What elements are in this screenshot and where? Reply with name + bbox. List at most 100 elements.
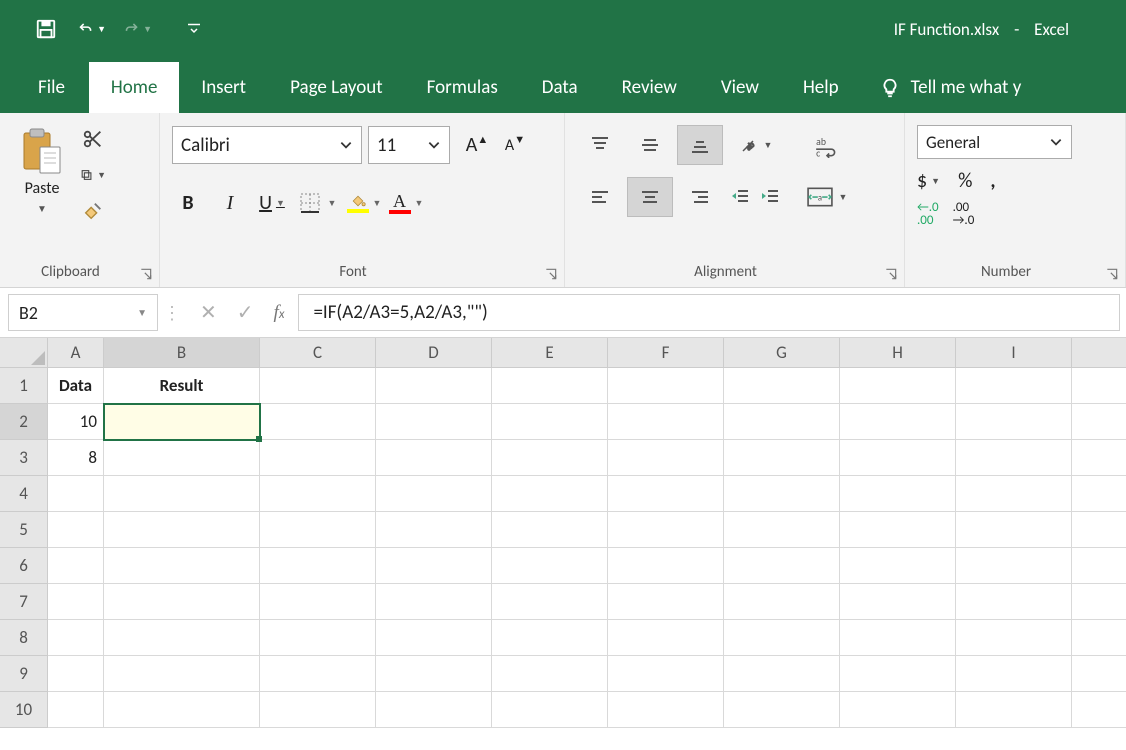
cell-G5[interactable] <box>724 512 840 548</box>
cell-H3[interactable] <box>840 440 956 476</box>
cell-G4[interactable] <box>724 476 840 512</box>
tab-home[interactable]: Home <box>89 62 180 113</box>
cell-C2[interactable] <box>260 404 376 440</box>
cell-I9[interactable] <box>956 656 1072 692</box>
cell-B3[interactable] <box>104 440 260 476</box>
row-header-6[interactable]: 6 <box>0 548 48 584</box>
tab-insert[interactable]: Insert <box>179 62 268 113</box>
format-painter-button[interactable] <box>80 199 106 223</box>
comma-format-button[interactable]: , <box>990 169 995 193</box>
cell-F3[interactable] <box>608 440 724 476</box>
row-header-9[interactable]: 9 <box>0 656 48 692</box>
cell-B10[interactable] <box>104 692 260 728</box>
cell-G3[interactable] <box>724 440 840 476</box>
cell-A3[interactable]: 8 <box>48 440 104 476</box>
cell-E3[interactable] <box>492 440 608 476</box>
cell-C10[interactable] <box>260 692 376 728</box>
wrap-text-button[interactable]: abc <box>801 127 853 167</box>
cell-J4[interactable] <box>1072 476 1126 512</box>
accounting-format-button[interactable]: $▼ <box>917 169 940 193</box>
cell-C9[interactable] <box>260 656 376 692</box>
grow-font-button[interactable]: A▲ <box>462 129 492 161</box>
cell-I6[interactable] <box>956 548 1072 584</box>
align-middle-button[interactable] <box>627 125 673 165</box>
cell-B7[interactable] <box>104 584 260 620</box>
align-top-button[interactable] <box>577 125 623 165</box>
cell-A9[interactable] <box>48 656 104 692</box>
cell-E2[interactable] <box>492 404 608 440</box>
cell-I5[interactable] <box>956 512 1072 548</box>
cell-F1[interactable] <box>608 368 724 404</box>
orientation-button[interactable]: ab▼ <box>727 125 783 165</box>
cell-D8[interactable] <box>376 620 492 656</box>
fill-handle[interactable] <box>256 436 262 442</box>
cell-J6[interactable] <box>1072 548 1126 584</box>
cell-D2[interactable] <box>376 404 492 440</box>
name-box[interactable]: B2 ▼ <box>8 294 158 331</box>
tab-review[interactable]: Review <box>600 62 699 113</box>
fill-color-button[interactable]: ▼ <box>348 187 380 219</box>
cell-C6[interactable] <box>260 548 376 584</box>
row-header-4[interactable]: 4 <box>0 476 48 512</box>
cell-C4[interactable] <box>260 476 376 512</box>
cell-E5[interactable] <box>492 512 608 548</box>
customize-qat-icon[interactable] <box>180 15 208 43</box>
cell-E10[interactable] <box>492 692 608 728</box>
cell-J8[interactable] <box>1072 620 1126 656</box>
align-center-button[interactable] <box>627 177 673 217</box>
enter-formula-button[interactable]: ✓ <box>237 300 254 325</box>
cell-E6[interactable] <box>492 548 608 584</box>
tab-formulas[interactable]: Formulas <box>405 62 520 113</box>
cell-G8[interactable] <box>724 620 840 656</box>
italic-button[interactable]: I <box>214 187 246 219</box>
cell-J10[interactable] <box>1072 692 1126 728</box>
cell-C8[interactable] <box>260 620 376 656</box>
tab-page-layout[interactable]: Page Layout <box>268 62 405 113</box>
save-icon[interactable] <box>32 15 60 43</box>
cell-E4[interactable] <box>492 476 608 512</box>
align-right-button[interactable] <box>677 177 723 217</box>
cell-G2[interactable] <box>724 404 840 440</box>
row-header-10[interactable]: 10 <box>0 692 48 728</box>
number-format-selector[interactable]: General <box>917 125 1072 159</box>
cell-A4[interactable] <box>48 476 104 512</box>
cell-G1[interactable] <box>724 368 840 404</box>
cell-E1[interactable] <box>492 368 608 404</box>
cell-A7[interactable] <box>48 584 104 620</box>
decrease-decimal-button[interactable]: .00→.0 <box>953 201 975 227</box>
align-left-button[interactable] <box>577 177 623 217</box>
cell-H4[interactable] <box>840 476 956 512</box>
percent-format-button[interactable]: % <box>958 169 972 193</box>
cell-I8[interactable] <box>956 620 1072 656</box>
cell-G10[interactable] <box>724 692 840 728</box>
tab-view[interactable]: View <box>699 62 781 113</box>
cancel-formula-button[interactable]: ✕ <box>200 300 217 325</box>
alignment-dialog-launcher[interactable] <box>884 267 898 281</box>
cell-B6[interactable] <box>104 548 260 584</box>
cell-H2[interactable] <box>840 404 956 440</box>
cell-F7[interactable] <box>608 584 724 620</box>
increase-indent-button[interactable] <box>757 177 783 217</box>
cell-G6[interactable] <box>724 548 840 584</box>
cell-J1[interactable] <box>1072 368 1126 404</box>
bold-button[interactable]: B <box>172 187 204 219</box>
column-header-A[interactable]: A <box>48 338 104 368</box>
select-all-corner[interactable] <box>0 338 48 368</box>
row-header-7[interactable]: 7 <box>0 584 48 620</box>
underline-button[interactable]: U▼ <box>256 187 288 219</box>
cell-A2[interactable]: 10 <box>48 404 104 440</box>
cell-J2[interactable] <box>1072 404 1126 440</box>
cell-H1[interactable] <box>840 368 956 404</box>
cell-I4[interactable] <box>956 476 1072 512</box>
column-header-C[interactable]: C <box>260 338 376 368</box>
cell-I1[interactable] <box>956 368 1072 404</box>
cell-E9[interactable] <box>492 656 608 692</box>
cell-H10[interactable] <box>840 692 956 728</box>
font-size-selector[interactable]: 11 <box>368 126 450 164</box>
name-box-dropdown-icon[interactable]: ▼ <box>137 306 147 319</box>
cell-A1[interactable]: Data <box>48 368 104 404</box>
column-header-H[interactable]: H <box>840 338 956 368</box>
font-name-selector[interactable]: Calibri <box>172 126 362 164</box>
decrease-indent-button[interactable] <box>727 177 753 217</box>
row-header-2[interactable]: 2 <box>0 404 48 440</box>
